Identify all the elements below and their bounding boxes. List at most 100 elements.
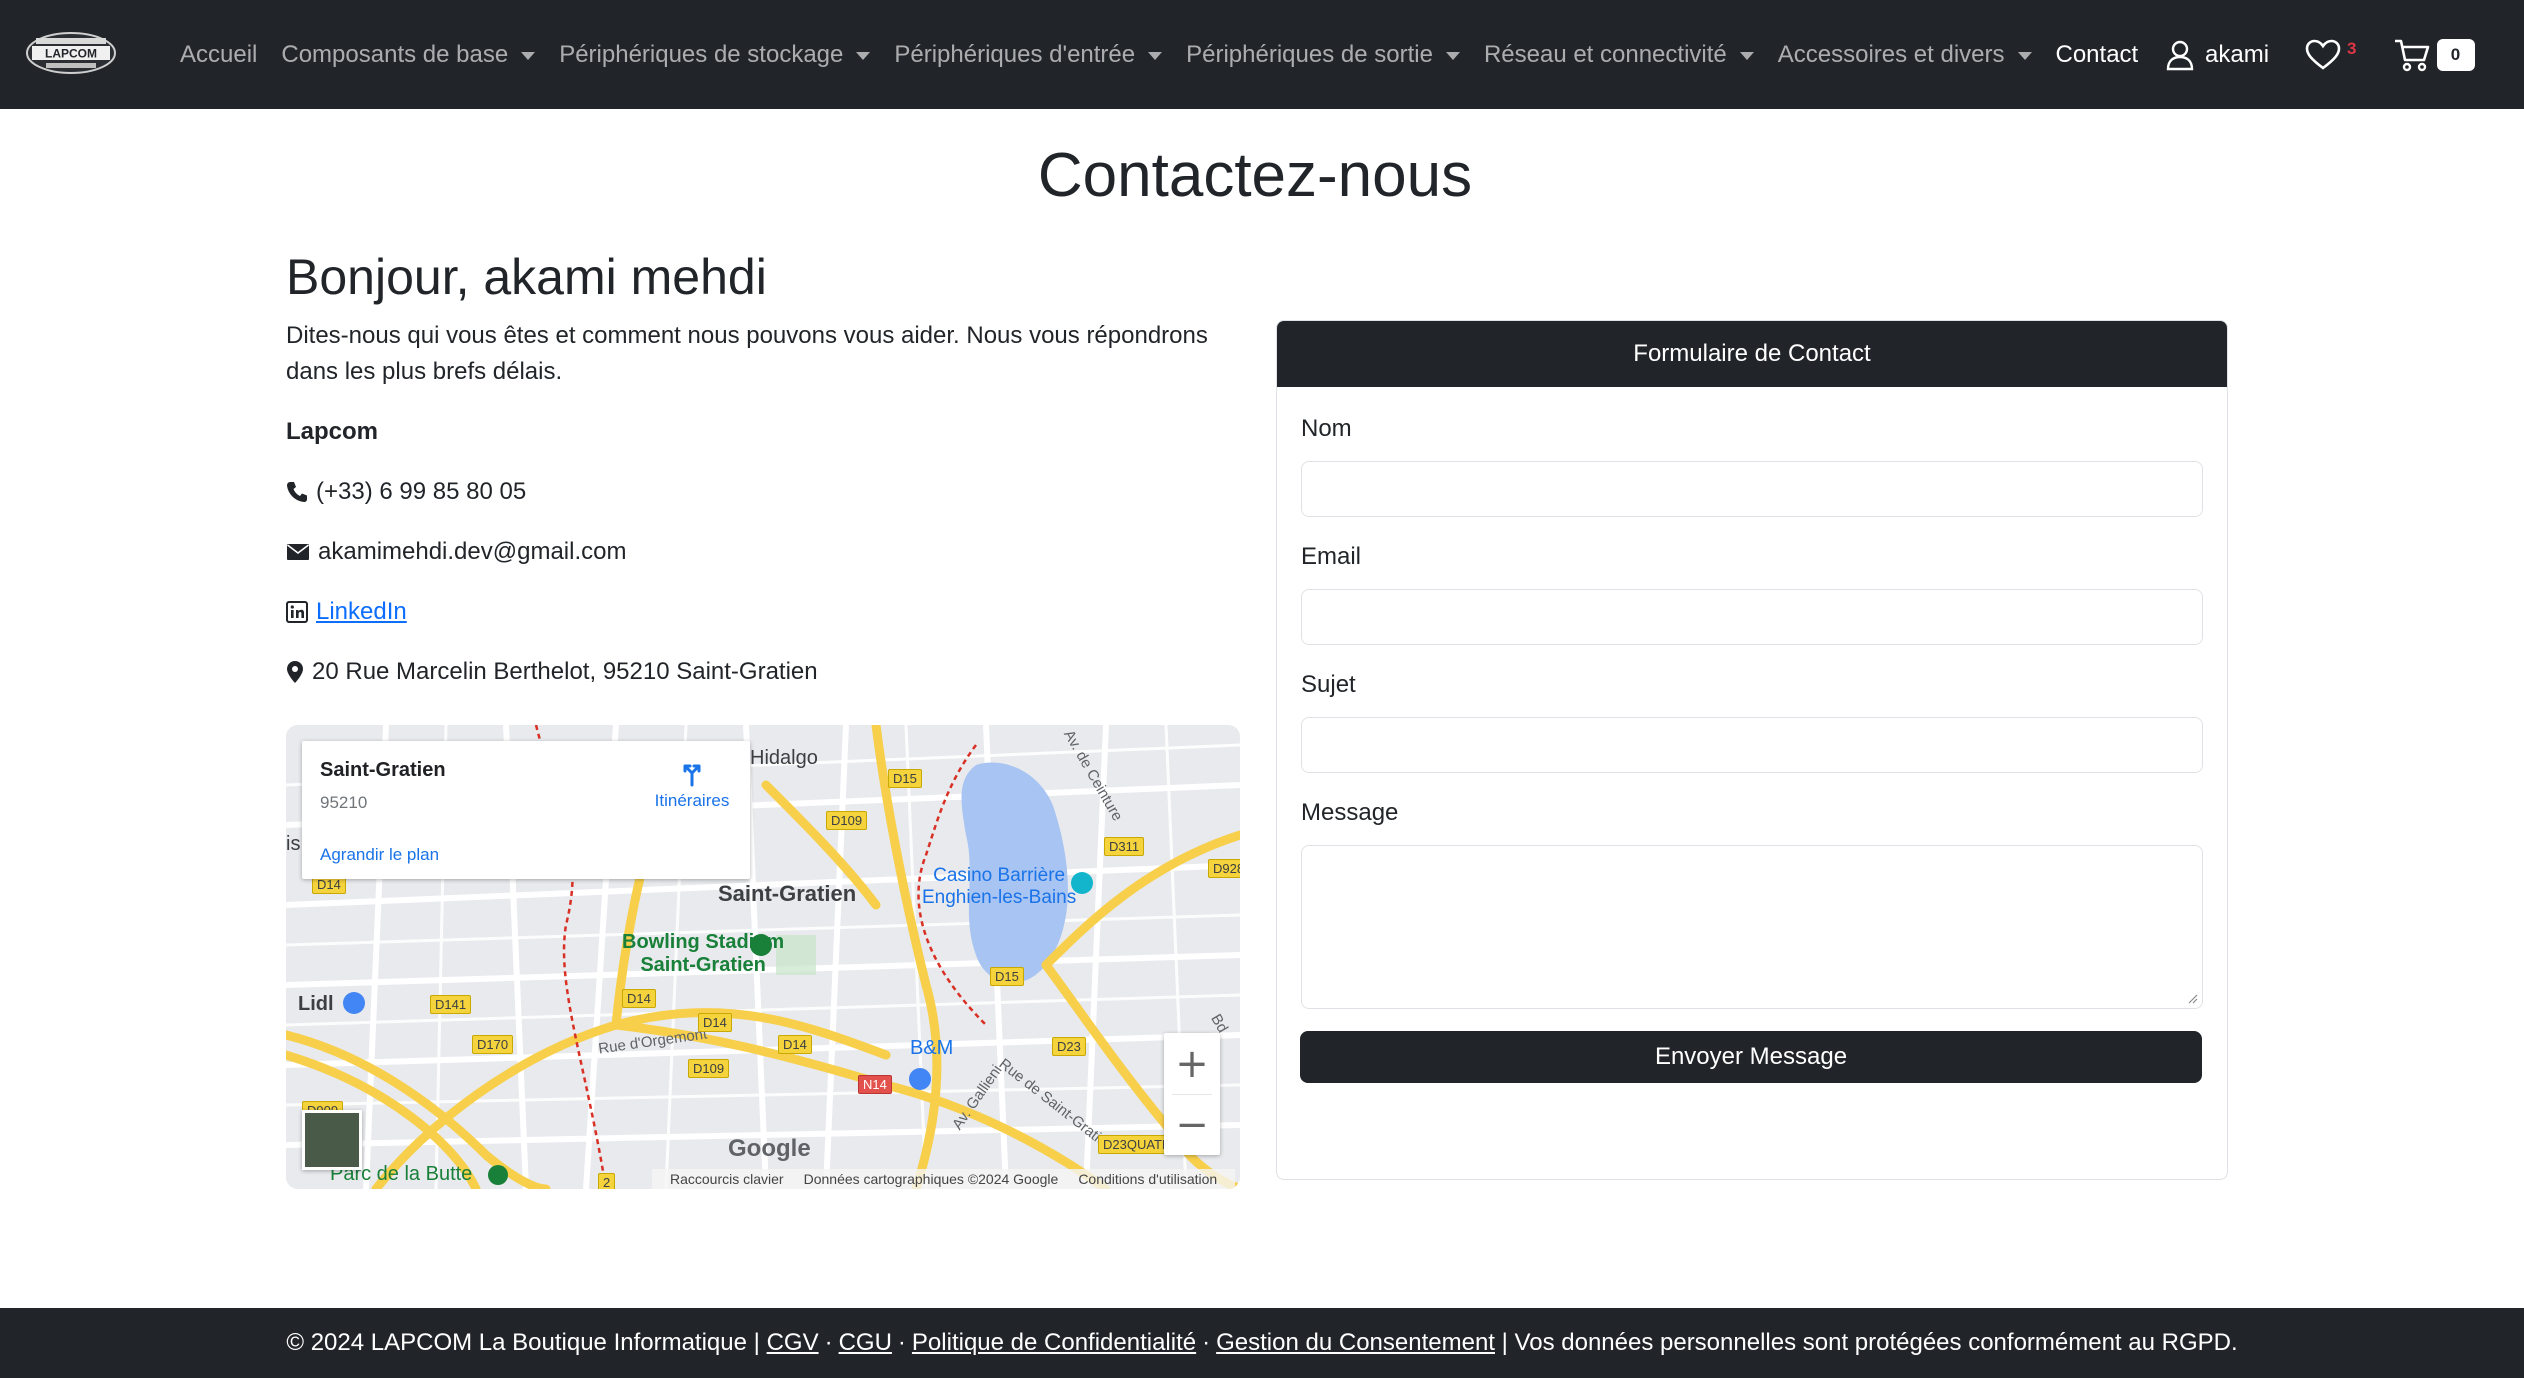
map-data-credit: Données cartographiques ©2024 Google xyxy=(803,1171,1059,1187)
footer-privacy-link[interactable]: Politique de Confidentialité xyxy=(912,1329,1196,1357)
map-label-city: Saint-Gratien xyxy=(718,881,857,906)
phone-number: (+33) 6 99 85 80 05 xyxy=(316,478,527,505)
email-address: akamimehdi.dev@gmail.com xyxy=(318,538,627,565)
road-label: D14 xyxy=(778,1035,812,1054)
directions-icon xyxy=(683,764,701,787)
name-input[interactable] xyxy=(1301,461,2203,517)
email-label: Email xyxy=(1301,543,1362,570)
linkedin-link[interactable]: LinkedIn xyxy=(316,598,407,626)
phone-icon xyxy=(287,482,307,502)
nav-peripheriques-entree[interactable]: Périphériques d'entrée xyxy=(894,40,1163,69)
footer-cgv-link[interactable]: CGV xyxy=(767,1329,819,1357)
wishlist-count-badge: 3 xyxy=(2347,38,2357,58)
map-pin-icon xyxy=(287,661,303,683)
map-label-hidalgo: Hidalgo xyxy=(750,747,818,769)
road-label: D170 xyxy=(472,1035,514,1054)
map-place-card: Saint-Gratien 95210 Agrandir le plan Iti… xyxy=(302,741,750,879)
footer-rgpd-notice: | Vos données personnelles sont protégée… xyxy=(1501,1329,2238,1356)
footer-consent-link[interactable]: Gestion du Consentement xyxy=(1216,1329,1495,1357)
directions-label: Itinéraires xyxy=(654,791,730,810)
nav-contact[interactable]: Contact xyxy=(2056,41,2139,69)
nav-composants-de-base[interactable]: Composants de base xyxy=(281,40,536,69)
road-label: 2 xyxy=(598,1173,616,1189)
zoom-out-button[interactable]: − xyxy=(1164,1094,1220,1155)
linkedin-line: LinkedIn xyxy=(286,598,407,626)
address-text: 20 Rue Marcelin Berthelot, 95210 Saint-G… xyxy=(312,658,818,685)
nav-accueil[interactable]: Accueil xyxy=(180,41,257,69)
map-label-is: is xyxy=(286,833,301,855)
map-terms-link[interactable]: Conditions d'utilisation xyxy=(1078,1171,1217,1187)
nav-peripheriques-stockage[interactable]: Périphériques de stockage xyxy=(559,41,871,69)
road-label: N14 xyxy=(858,1075,892,1094)
subject-input[interactable] xyxy=(1301,717,2203,773)
footer-separator: · xyxy=(1202,1329,1211,1356)
road-label: D928 xyxy=(1208,859,1240,878)
wishlist-button[interactable]: 3 xyxy=(2305,38,2357,71)
directions-button[interactable]: Itinéraires xyxy=(642,757,742,811)
top-navbar: LAPCOM Accueil Composants de base Périph… xyxy=(0,0,2524,109)
road-label: D15 xyxy=(888,769,922,788)
user-menu[interactable]: akami xyxy=(2165,39,2269,71)
map-place-zip: 95210 xyxy=(320,793,368,812)
envelope-icon xyxy=(287,544,309,560)
caret-down-icon xyxy=(521,51,536,60)
footer-separator: · xyxy=(897,1329,906,1356)
caret-down-icon xyxy=(856,51,871,60)
send-message-button[interactable]: Envoyer Message xyxy=(1300,1031,2202,1083)
resize-grip-icon[interactable] xyxy=(2186,992,2198,1004)
road-label: D14 xyxy=(622,989,656,1008)
zoom-separator xyxy=(1172,1094,1212,1095)
map-label-casino: Casino Barrière Enghien-les-Bains xyxy=(922,865,1077,908)
caret-down-icon xyxy=(2017,51,2032,60)
heart-icon xyxy=(2305,39,2341,70)
subject-label: Sujet xyxy=(1301,671,1356,698)
address-line: 20 Rue Marcelin Berthelot, 95210 Saint-G… xyxy=(286,658,818,686)
footer-cgu-link[interactable]: CGU xyxy=(839,1329,892,1357)
google-map[interactable]: Saint-Gratien Bowling Stadium Saint-Grat… xyxy=(286,725,1240,1189)
satellite-toggle[interactable] xyxy=(302,1110,362,1170)
email-input[interactable] xyxy=(1301,589,2203,645)
map-place-name: Saint-Gratien xyxy=(320,759,446,781)
cart-button[interactable]: 0 xyxy=(2393,38,2475,72)
nav-label: Accueil xyxy=(180,40,258,68)
svg-text:LAPCOM: LAPCOM xyxy=(45,47,97,61)
cart-icon xyxy=(2394,39,2429,71)
map-label-bowling: Bowling Stadium Saint-Gratien xyxy=(622,931,785,976)
map-attribution: Raccourcis clavier Données cartographiqu… xyxy=(652,1169,1236,1189)
lapcom-logo[interactable]: LAPCOM xyxy=(24,28,118,78)
road-label: D109 xyxy=(826,811,868,830)
road-label: D311 xyxy=(1104,837,1145,856)
road-label: D23 xyxy=(1052,1037,1086,1056)
nav-accessoires-divers[interactable]: Accessoires et divers xyxy=(1778,41,2032,69)
nav-label: Périphériques d'entrée xyxy=(894,40,1136,68)
page-footer: © 2024 LAPCOM La Boutique Informatique |… xyxy=(0,1308,2524,1378)
nav-peripheriques-sortie[interactable]: Périphériques de sortie xyxy=(1186,41,1460,69)
enlarge-map-link[interactable]: Agrandir le plan xyxy=(320,845,439,865)
zoom-in-button[interactable]: + xyxy=(1164,1033,1220,1094)
nav-label: Composants de base xyxy=(281,40,509,68)
nav-right: akami 3 0 xyxy=(2165,0,2475,109)
phone-line: (+33) 6 99 85 80 05 xyxy=(286,478,526,506)
user-name: akami xyxy=(2205,40,2270,68)
google-logo: Google xyxy=(728,1135,811,1162)
nav-label: Contact xyxy=(2055,40,2139,68)
map-zoom-controls: + − xyxy=(1164,1033,1220,1155)
nav-label: Périphériques de sortie xyxy=(1186,40,1433,68)
linkedin-icon xyxy=(286,601,308,623)
page-title: Contactez-nous xyxy=(1037,141,1473,210)
name-label: Nom xyxy=(1301,415,1352,442)
message-textarea[interactable] xyxy=(1301,845,2203,1009)
map-label-lidl: Lidl xyxy=(298,993,334,1015)
nav-label: Accessoires et divers xyxy=(1777,40,2005,68)
nav-reseau-connectivite[interactable]: Réseau et connectivité xyxy=(1484,41,1754,69)
footer-copyright: © 2024 LAPCOM La Boutique Informatique | xyxy=(286,1329,760,1356)
contact-form-header: Formulaire de Contact xyxy=(1277,321,2227,387)
road-label: D109 xyxy=(688,1059,730,1078)
road-label: D15 xyxy=(990,967,1024,986)
user-icon xyxy=(2166,40,2194,70)
road-label: D141 xyxy=(430,995,472,1014)
greeting-heading: Bonjour, akami mehdi xyxy=(286,249,767,305)
keyboard-shortcuts-link[interactable]: Raccourcis clavier xyxy=(670,1171,784,1187)
nav-label: Réseau et connectivité xyxy=(1483,40,1727,68)
email-line: akamimehdi.dev@gmail.com xyxy=(286,538,626,566)
